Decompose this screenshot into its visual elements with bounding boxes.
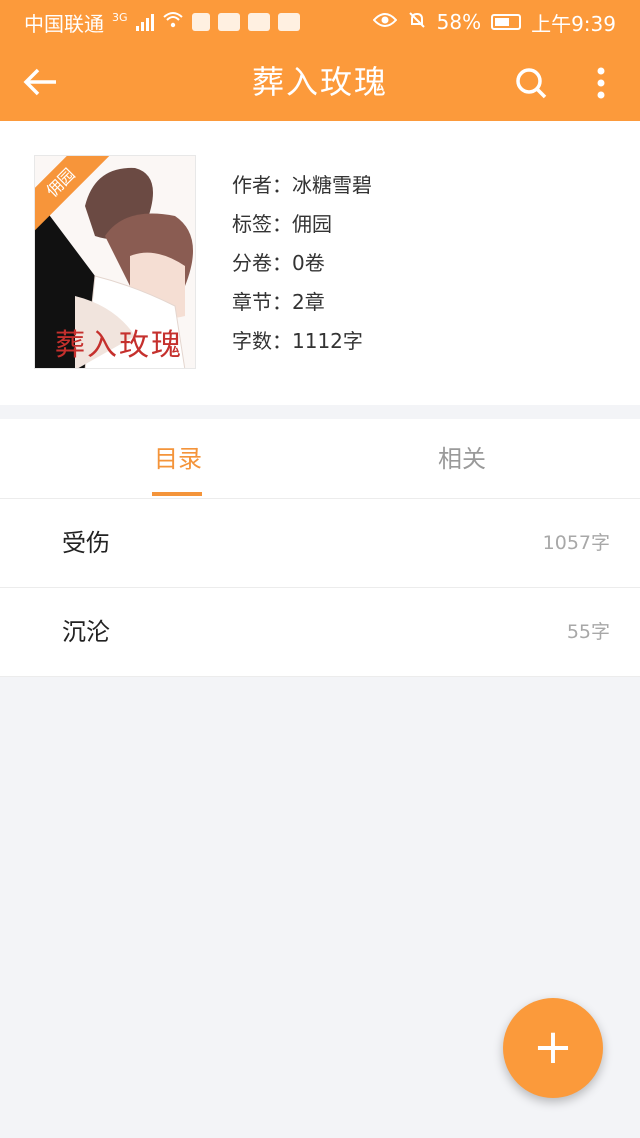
chapter-word-count: 1057字 — [542, 532, 610, 554]
tab-indicator — [152, 492, 202, 496]
notification-app-icon — [247, 13, 270, 31]
plus-icon: + — [532, 1019, 574, 1075]
author-label: 作者：冰糖雪碧 — [232, 173, 372, 197]
search-icon[interactable] — [512, 64, 550, 102]
chapter-list: 受伤 1057字 沉沦 55字 — [0, 499, 640, 677]
more-vertical-icon[interactable] — [586, 64, 616, 102]
chapter-title: 受伤 — [62, 529, 110, 557]
add-button[interactable]: + — [503, 998, 603, 1098]
app-bar: 葬入玫瑰 — [0, 44, 640, 121]
chapter-title: 沉沦 — [62, 618, 110, 646]
signal-icon — [135, 13, 154, 31]
chapter-count: 章节：2章 — [232, 290, 325, 314]
book-cover[interactable]: 佣园 葬入玫瑰 — [34, 155, 196, 369]
eye-icon — [372, 10, 397, 34]
notification-app-icon — [217, 13, 240, 31]
status-bar: 中国联通 3G 58% 上午9:39 — [0, 0, 640, 44]
mute-bell-icon — [407, 10, 427, 35]
wifi-icon — [162, 10, 184, 34]
tab-bar: 目录 相关 — [0, 419, 640, 499]
tag-label: 标签：佣园 — [232, 212, 332, 236]
notification-app-icon — [191, 13, 210, 31]
tab-contents[interactable]: 目录 — [18, 419, 338, 499]
list-item[interactable]: 沉沦 55字 — [0, 588, 640, 677]
clock: 上午9:39 — [531, 11, 616, 36]
book-info-card: 佣园 葬入玫瑰 作者：冰糖雪碧 标签：佣园 分卷：0卷 章节：2章 字数：111… — [0, 121, 640, 405]
list-item[interactable]: 受伤 1057字 — [0, 499, 640, 588]
notification-app-icon — [277, 13, 300, 31]
network-type: 3G — [112, 10, 128, 24]
chapter-word-count: 55字 — [566, 621, 610, 643]
cover-title: 葬入玫瑰 — [55, 328, 183, 363]
carrier-label: 中国联通 — [24, 11, 104, 36]
volume-count: 分卷：0卷 — [232, 251, 325, 275]
tab-related[interactable]: 相关 — [302, 419, 622, 499]
book-meta: 作者：冰糖雪碧 标签：佣园 分卷：0卷 章节：2章 字数：1112字 — [232, 171, 372, 366]
battery-icon — [491, 14, 522, 30]
word-count: 字数：1112字 — [232, 329, 363, 353]
battery-percent: 58% — [436, 10, 482, 34]
